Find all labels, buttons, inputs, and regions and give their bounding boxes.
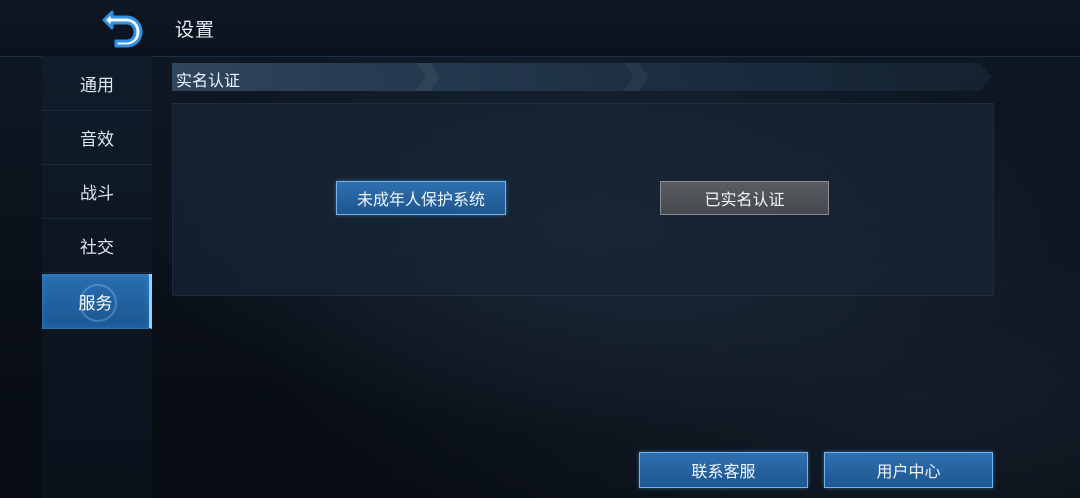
sidebar-item-battle[interactable]: 战斗 bbox=[42, 164, 152, 219]
section-header: 实名认证 bbox=[172, 63, 992, 91]
sidebar: 通用 音效 战斗 社交 服务 bbox=[42, 56, 152, 498]
verified-button[interactable]: 已实名认证 bbox=[660, 181, 829, 215]
top-bar: 设置 bbox=[0, 0, 1080, 57]
back-arrow-icon bbox=[102, 10, 143, 48]
chevron-decoration-icon bbox=[416, 63, 440, 91]
contact-support-button[interactable]: 联系客服 bbox=[639, 452, 808, 488]
sidebar-item-label: 战斗 bbox=[80, 183, 114, 204]
section-title: 实名认证 bbox=[176, 71, 241, 90]
back-button[interactable] bbox=[98, 6, 148, 50]
minor-protection-button[interactable]: 未成年人保护系统 bbox=[336, 181, 506, 215]
chevron-decoration-icon bbox=[624, 63, 648, 91]
user-center-button[interactable]: 用户中心 bbox=[824, 452, 993, 488]
sidebar-item-label: 社交 bbox=[80, 237, 114, 258]
real-name-panel bbox=[172, 103, 994, 296]
sidebar-item-label: 服务 bbox=[78, 293, 113, 314]
sidebar-item-general[interactable]: 通用 bbox=[42, 56, 152, 111]
sidebar-item-label: 通用 bbox=[80, 75, 114, 96]
sidebar-item-label: 音效 bbox=[80, 129, 114, 150]
sidebar-item-service[interactable]: 服务 bbox=[42, 274, 152, 329]
sidebar-item-sound[interactable]: 音效 bbox=[42, 110, 152, 165]
page-title: 设置 bbox=[175, 19, 216, 41]
sidebar-item-social[interactable]: 社交 bbox=[42, 218, 152, 273]
